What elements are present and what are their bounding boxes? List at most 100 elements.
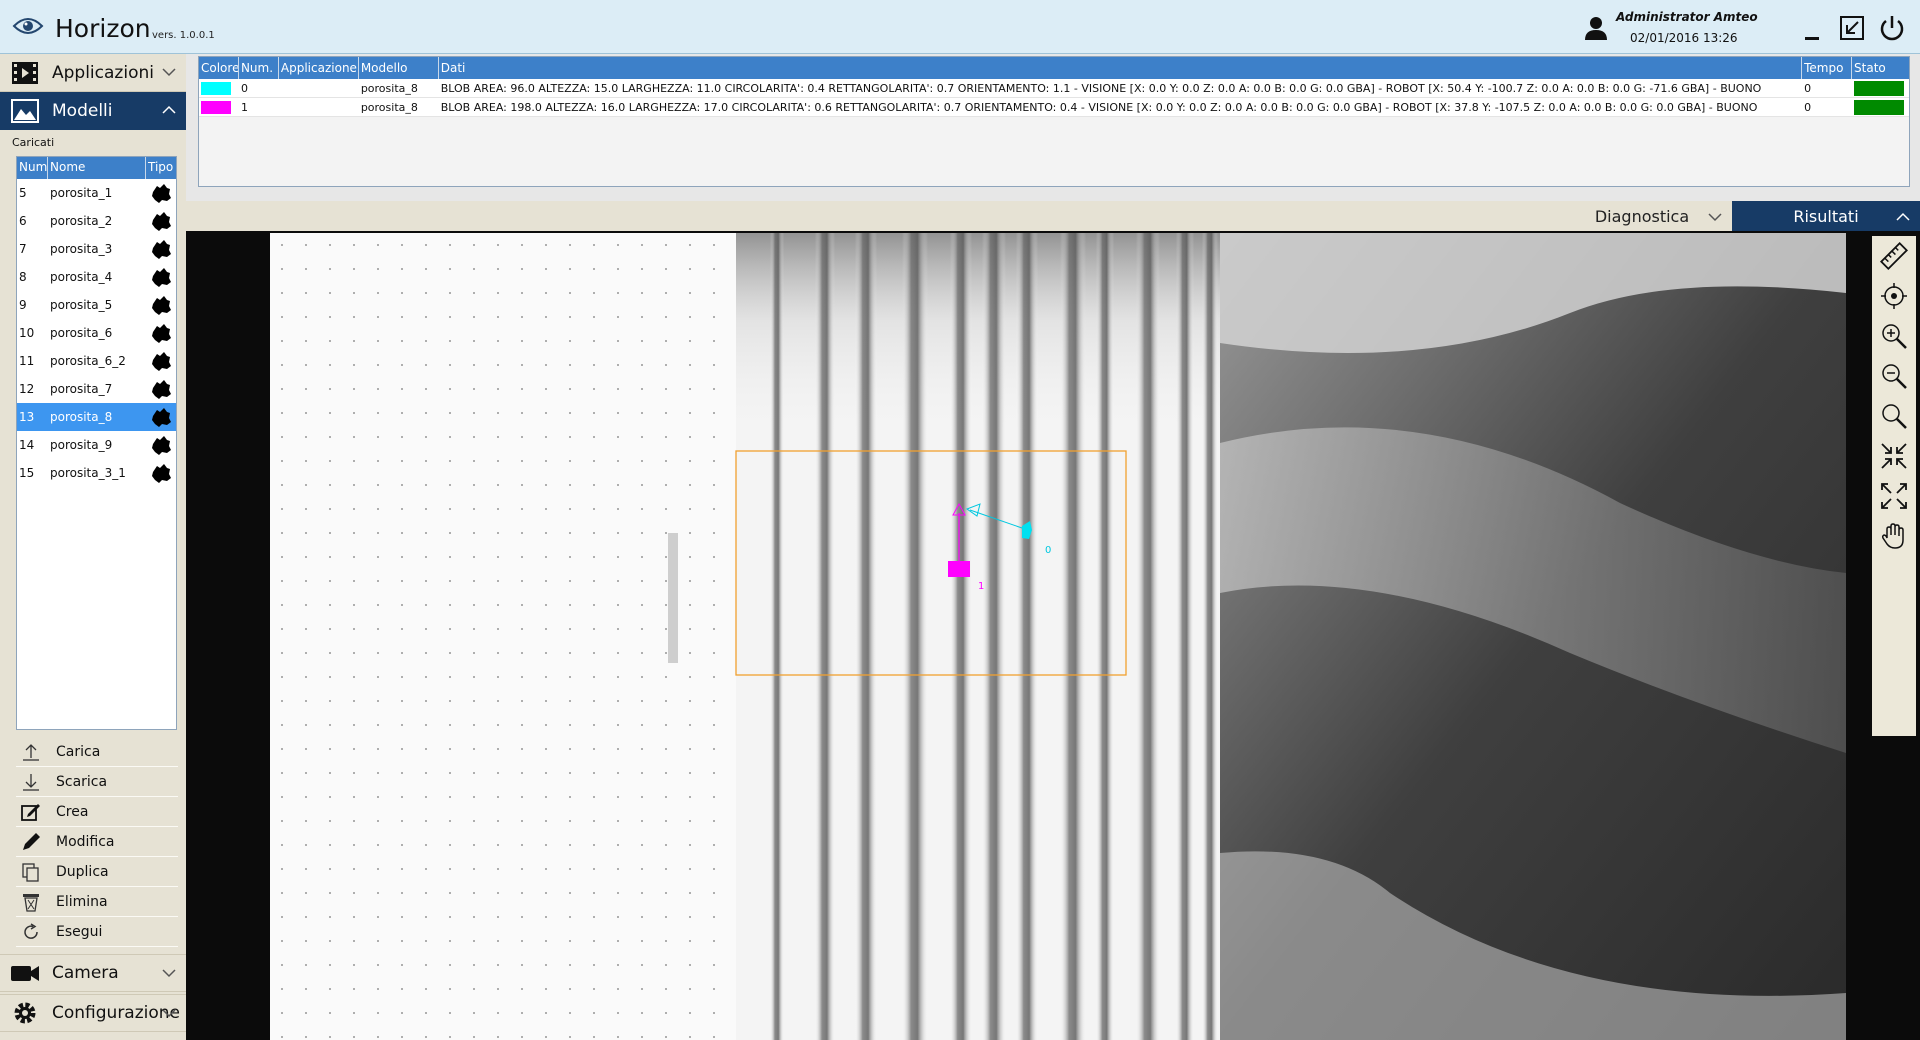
scarica-button[interactable]: Scarica	[16, 767, 178, 797]
minimize-button[interactable]	[1796, 12, 1828, 44]
model-list-row[interactable]: 6 porosita_2	[17, 207, 176, 235]
sidebar-section-applicazioni[interactable]: Applicazioni	[0, 54, 186, 92]
model-list-row[interactable]: 15 porosita_3_1	[17, 459, 176, 487]
image-viewer[interactable]: 0 1	[186, 231, 1920, 1040]
column-header-colore[interactable]: Colore	[199, 57, 239, 79]
sidebar-section-label: Camera	[52, 963, 119, 983]
fit-out-button[interactable]	[1872, 476, 1916, 516]
pencil-icon	[23, 832, 40, 850]
column-header-modello[interactable]: Modello	[359, 57, 439, 79]
result-dati: BLOB AREA: 96.0 ALTEZZA: 15.0 LARGHEZZA:…	[440, 81, 1762, 95]
column-header-applicazione[interactable]: Applicazione	[279, 57, 359, 79]
sidebar: Applicazioni Modelli Caricati Num Nome T…	[0, 54, 186, 1040]
zoom-in-button[interactable]	[1872, 316, 1916, 356]
action-label: Modifica	[56, 833, 115, 850]
measure-tool-button[interactable]	[1872, 236, 1916, 276]
model-name: porosita_6	[50, 326, 113, 340]
model-name: porosita_7	[50, 382, 113, 396]
camera-icon	[11, 966, 39, 981]
zoom-out-icon	[1882, 364, 1907, 389]
column-header-type[interactable]: Tipo	[146, 157, 176, 179]
column-header-dati[interactable]: Dati	[439, 57, 1803, 79]
pan-button[interactable]	[1872, 516, 1916, 556]
modifica-button[interactable]: Modifica	[16, 827, 178, 857]
model-list: Num Nome Tipo 5 porosita_1 6 porosita_2 7 por…	[16, 156, 177, 730]
app-version: vers. 1.0.0.1	[152, 30, 215, 41]
blob-type-icon	[146, 182, 176, 204]
user-icon	[1585, 17, 1607, 40]
ruler-icon	[1879, 241, 1909, 271]
center-tool-button[interactable]	[1872, 276, 1916, 316]
user-datetime: 02/01/2016 13:26	[1630, 31, 1738, 45]
blob-label: 0	[1045, 545, 1051, 556]
column-header-num[interactable]: Num	[17, 157, 48, 179]
sidebar-section-configurazione[interactable]: Configurazione	[0, 994, 186, 1032]
result-tempo: 0	[1804, 81, 1812, 95]
pan-hand-icon	[1881, 523, 1904, 549]
create-icon	[21, 803, 40, 821]
title-bar: Horizon vers. 1.0.0.1 Administrator Amte…	[0, 0, 1920, 54]
result-dati: BLOB AREA: 198.0 ALTEZZA: 16.0 LARGHEZZA…	[440, 100, 1758, 114]
model-list-row[interactable]: 13 porosita_8	[17, 403, 176, 431]
tab-risultati[interactable]: Risultati	[1732, 201, 1920, 231]
blob-type-icon	[146, 266, 176, 288]
tab-diagnostica[interactable]: Diagnostica	[1552, 201, 1732, 231]
chevron-down-icon	[1708, 213, 1722, 222]
loaded-models-label: Caricati	[12, 136, 55, 149]
column-header-name[interactable]: Nome	[48, 157, 146, 179]
model-list-row[interactable]: 7 porosita_3	[17, 235, 176, 263]
zoom-out-button[interactable]	[1872, 356, 1916, 396]
result-modello: porosita_8	[360, 100, 418, 114]
blob-type-icon	[146, 434, 176, 456]
result-row[interactable]: 0 porosita_8 BLOB AREA: 96.0 ALTEZZA: 15.0…	[199, 79, 1909, 98]
fit-in-button[interactable]	[1872, 436, 1916, 476]
blob-label: 1	[978, 581, 984, 592]
crea-button[interactable]: Crea	[16, 797, 178, 827]
model-list-row[interactable]: 12 porosita_7	[17, 375, 176, 403]
action-label: Crea	[56, 803, 89, 820]
minimize-icon	[1805, 37, 1819, 40]
model-name: porosita_9	[50, 438, 113, 452]
model-name: porosita_5	[50, 298, 113, 312]
elimina-button[interactable]: Elimina	[16, 887, 178, 917]
view-tab-bar: Diagnostica Risultati	[186, 201, 1920, 231]
chevron-down-icon	[162, 1009, 176, 1018]
download-icon	[23, 773, 39, 791]
model-list-row[interactable]: 5 porosita_1	[17, 179, 176, 207]
result-row[interactable]: 1 porosita_8 BLOB AREA: 198.0 ALTEZZA: 16.…	[199, 98, 1909, 117]
camera-image[interactable]: 0 1	[270, 233, 1846, 1040]
column-header-num[interactable]: Num.	[239, 57, 279, 79]
model-name: porosita_3	[50, 242, 113, 256]
model-num: 12	[19, 382, 35, 396]
viewer-toolbar	[1872, 236, 1916, 736]
power-button[interactable]	[1876, 12, 1908, 44]
model-name: porosita_4	[50, 270, 113, 284]
model-list-row[interactable]: 11 porosita_6_2	[17, 347, 176, 375]
model-list-row[interactable]: 10 porosita_6	[17, 319, 176, 347]
model-name: porosita_2	[50, 214, 113, 228]
column-header-stato[interactable]: Stato	[1852, 57, 1909, 79]
result-status-indicator	[1852, 80, 1909, 96]
sidebar-section-camera[interactable]: Camera	[0, 954, 186, 992]
model-num: 11	[19, 354, 35, 368]
model-name: porosita_1	[50, 186, 113, 200]
blob-type-icon	[146, 350, 176, 372]
carica-button[interactable]: Carica	[16, 737, 178, 767]
esegui-button[interactable]: Esegui	[16, 917, 178, 947]
restore-button[interactable]	[1836, 12, 1868, 44]
model-list-row[interactable]: 9 porosita_5	[17, 291, 176, 319]
result-num: 0	[240, 81, 248, 95]
blob-type-icon	[146, 294, 176, 316]
model-list-row[interactable]: 8 porosita_4	[17, 263, 176, 291]
user-name: Administrator Amteo	[1616, 10, 1758, 24]
sidebar-section-modelli[interactable]: Modelli	[0, 92, 186, 130]
power-icon	[1880, 16, 1904, 41]
model-list-row[interactable]: 14 porosita_9	[17, 431, 176, 459]
column-header-tempo[interactable]: Tempo	[1802, 57, 1853, 79]
results-table: Colore Num. Applicazione Modello Dati Te…	[198, 56, 1910, 187]
result-tempo: 0	[1804, 100, 1812, 114]
zoom-button[interactable]	[1872, 396, 1916, 436]
duplica-button[interactable]: Duplica	[16, 857, 178, 887]
gear-icon	[14, 1002, 36, 1024]
action-label: Elimina	[56, 893, 108, 910]
